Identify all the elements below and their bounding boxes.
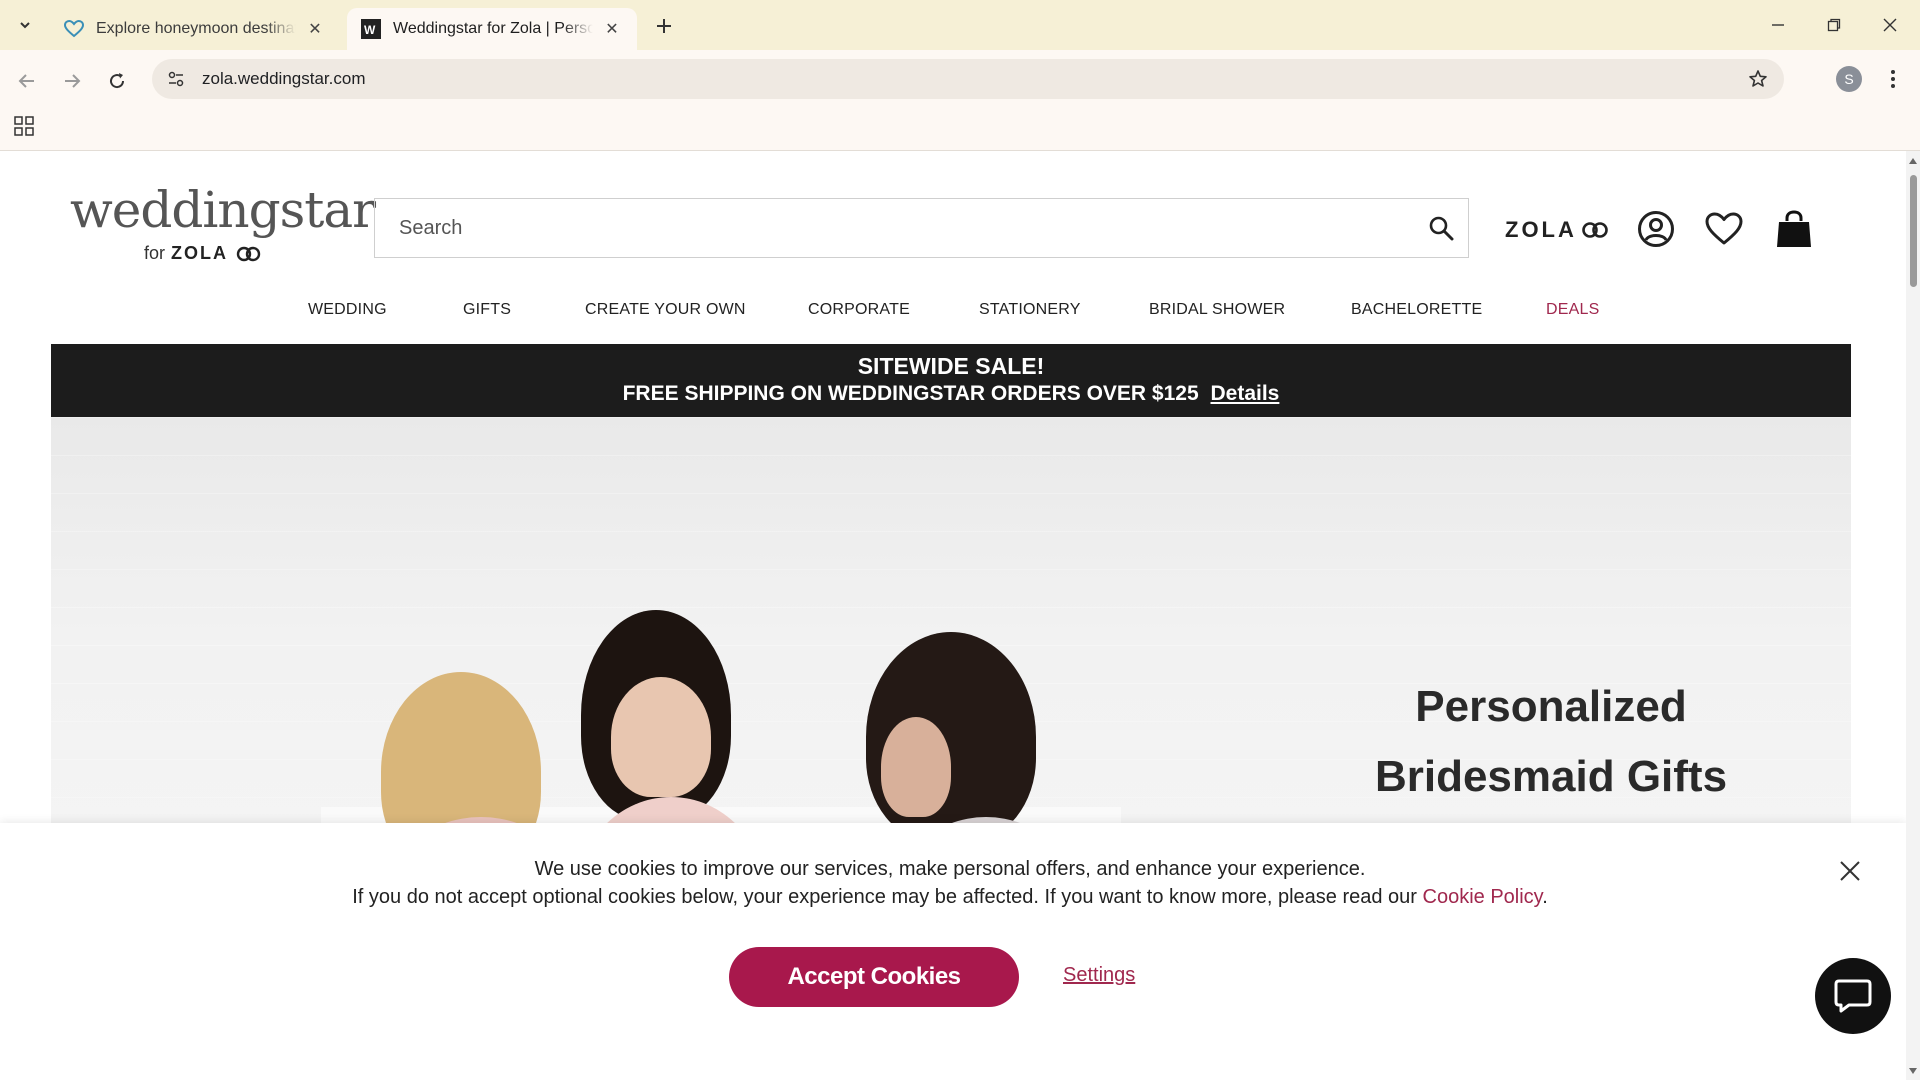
hero-person-center-face: [611, 677, 711, 797]
cookie-message: We use cookies to improve our services, …: [0, 855, 1900, 911]
hero-person-right-face: [881, 717, 951, 817]
user-circle-icon: [1638, 211, 1674, 247]
cookie-banner: We use cookies to improve our services, …: [0, 823, 1906, 1080]
chat-button[interactable]: [1815, 958, 1891, 1034]
search-bar: [374, 198, 1469, 258]
main-navigation: WEDDING GIFTS CREATE YOUR OWN CORPORATE …: [0, 301, 1906, 331]
svg-text:W: W: [364, 23, 376, 37]
cookie-message-period: .: [1542, 886, 1548, 908]
more-vertical-icon: [1891, 70, 1895, 88]
close-tab-icon[interactable]: ✕: [304, 18, 326, 40]
scroll-up-icon[interactable]: [1909, 157, 1917, 165]
shopping-bag-icon: [1777, 210, 1811, 247]
tab-title: Explore honeymoon destinations: [96, 20, 296, 37]
scroll-down-icon[interactable]: [1909, 1067, 1917, 1075]
promo-headline: SITEWIDE SALE!: [857, 353, 1045, 379]
weddingstar-logo[interactable]: weddingstar for ZOLA: [70, 181, 376, 275]
plus-icon: [657, 19, 671, 33]
nav-wedding[interactable]: WEDDING: [308, 301, 387, 319]
chevron-down-icon: [20, 22, 30, 29]
promo-subline: FREE SHIPPING ON WEDDINGSTAR ORDERS OVER…: [51, 382, 1851, 406]
hero-title-line2: Bridesmaid Gifts: [1374, 752, 1728, 801]
logo-for-text: for: [144, 243, 166, 263]
zola-brand-text: ZOLA: [1505, 217, 1577, 242]
zola-brand-link[interactable]: ZOLA: [1505, 217, 1613, 243]
cookie-message-line1: We use cookies to improve our services, …: [534, 858, 1366, 880]
reload-icon: [110, 73, 125, 89]
heart-icon: [64, 19, 84, 39]
promo-details-link[interactable]: Details: [1211, 382, 1280, 405]
grid-icon: [14, 116, 34, 136]
hero-title-line1: Personalized: [1415, 682, 1687, 731]
tab-search-button[interactable]: [10, 12, 40, 38]
promo-banner: SITEWIDE SALE! FREE SHIPPING ON WEDDINGS…: [51, 344, 1851, 417]
forward-button[interactable]: [55, 64, 89, 98]
cookie-close-button[interactable]: [1836, 857, 1864, 885]
close-icon: [1840, 861, 1860, 881]
page-content: weddingstar for ZOLA ZOLA WEDDING GIFTS …: [0, 151, 1906, 1080]
close-icon: [1883, 18, 1897, 32]
rings-icon: [236, 246, 261, 261]
arrow-right-icon: [65, 74, 81, 88]
restore-icon: [1827, 18, 1841, 32]
url-text[interactable]: zola.weddingstar.com: [202, 69, 365, 89]
promo-shipping-text: FREE SHIPPING ON WEDDINGSTAR ORDERS OVER…: [622, 382, 1199, 405]
nav-gifts[interactable]: GIFTS: [463, 301, 511, 319]
site-info-icon[interactable]: [158, 61, 194, 97]
tab-weddingstar[interactable]: W Weddingstar for Zola | Personalized ✕: [347, 8, 637, 50]
minimize-icon: [1772, 24, 1784, 26]
cookie-message-line2-text: If you do not accept optional cookies be…: [352, 886, 1417, 908]
apps-grid-button[interactable]: [12, 114, 36, 138]
cookie-message-line2: If you do not accept optional cookies be…: [0, 883, 1900, 911]
close-tab-icon[interactable]: ✕: [601, 18, 623, 40]
cart-button[interactable]: [1772, 207, 1816, 251]
profile-avatar[interactable]: S: [1836, 66, 1862, 92]
search-button[interactable]: [1414, 201, 1468, 255]
weddingstar-favicon: W: [361, 19, 381, 39]
nav-corporate[interactable]: CORPORATE: [808, 301, 910, 319]
close-window-button[interactable]: [1868, 10, 1912, 40]
cookie-settings-link[interactable]: Settings: [1063, 964, 1135, 987]
minimize-button[interactable]: [1756, 10, 1800, 40]
heart-icon: [1705, 212, 1743, 245]
nav-deals[interactable]: DEALS: [1546, 301, 1599, 319]
search-input[interactable]: [375, 199, 1414, 257]
new-tab-button[interactable]: [650, 12, 678, 40]
cookie-policy-link[interactable]: Cookie Policy: [1423, 886, 1543, 908]
nav-stationery[interactable]: STATIONERY: [979, 301, 1081, 319]
logo-subtitle: for ZOLA: [144, 243, 264, 264]
chat-bubble-icon: [1834, 979, 1872, 1013]
browser-menu-button[interactable]: [1880, 66, 1906, 92]
rings-icon: [1582, 222, 1608, 238]
wishlist-button[interactable]: [1702, 207, 1746, 251]
tab-title: Weddingstar for Zola | Personalized: [393, 20, 593, 37]
scroll-thumb[interactable]: [1910, 175, 1917, 287]
account-button[interactable]: [1634, 207, 1678, 251]
restore-button[interactable]: [1812, 10, 1856, 40]
back-button[interactable]: [10, 64, 44, 98]
arrow-left-icon: [18, 74, 34, 88]
reload-button[interactable]: [100, 64, 134, 98]
logo-zola-text: ZOLA: [171, 243, 229, 263]
browser-tab-strip: Explore honeymoon destinations ✕ W Weddi…: [0, 0, 1920, 50]
nav-bachelorette[interactable]: BACHELORETTE: [1351, 301, 1482, 319]
accept-cookies-button[interactable]: Accept Cookies: [729, 947, 1019, 1007]
tab-honeymoon[interactable]: Explore honeymoon destinations ✕: [50, 8, 340, 50]
nav-bridal-shower[interactable]: BRIDAL SHOWER: [1149, 301, 1285, 319]
bookmark-star-icon[interactable]: [1746, 67, 1770, 91]
hero-title: Personalized Bridesmaid Gifts: [1291, 672, 1811, 812]
page-scrollbar[interactable]: [1906, 151, 1920, 1080]
address-bar[interactable]: zola.weddingstar.com: [152, 59, 1784, 99]
nav-create-your-own[interactable]: CREATE YOUR OWN: [585, 301, 746, 319]
search-icon: [1429, 216, 1454, 241]
logo-wordmark: weddingstar: [70, 181, 376, 239]
